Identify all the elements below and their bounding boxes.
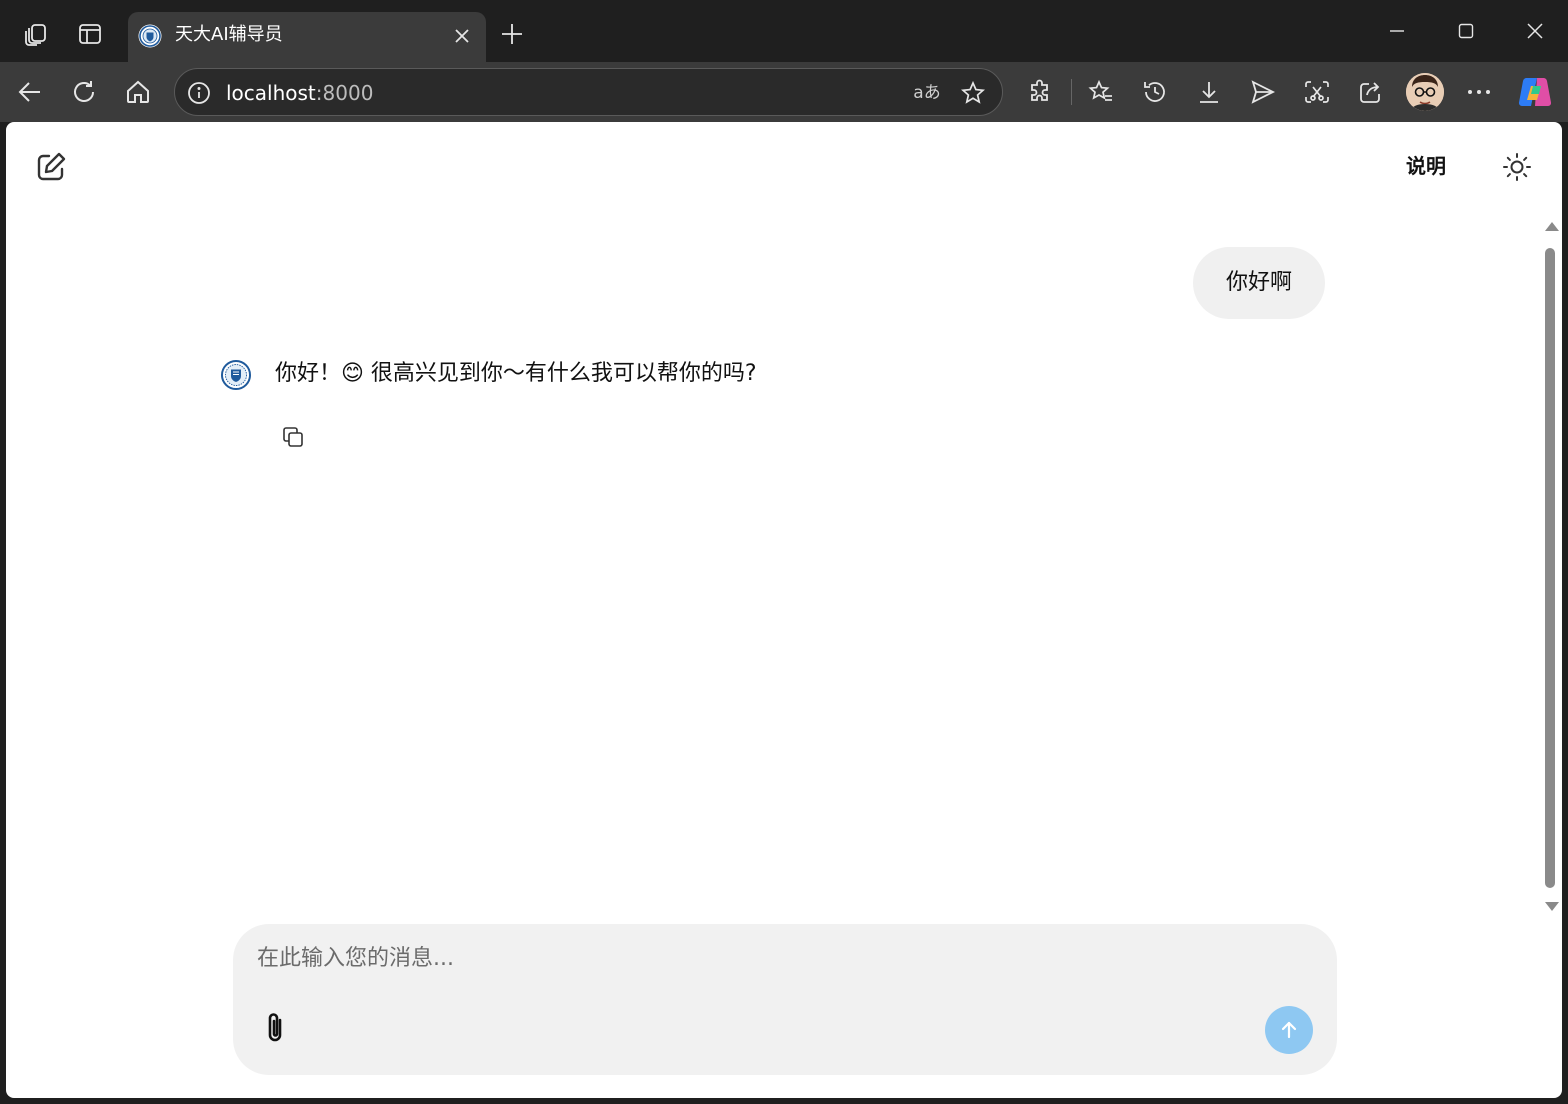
share-send-icon[interactable] (1243, 72, 1283, 112)
url-port: :8000 (315, 81, 374, 105)
page-viewport: 说明 你好啊 你好！😊 很高兴见到你～有什么我可以帮你的吗? (6, 122, 1562, 1098)
home-button[interactable] (118, 72, 158, 112)
vertical-tabs-icon[interactable] (70, 14, 110, 54)
scroll-down-arrow[interactable] (1545, 902, 1559, 911)
new-tab-button[interactable] (494, 16, 530, 52)
arrow-up-icon (1281, 1021, 1297, 1039)
site-info-icon[interactable] (185, 79, 213, 107)
scroll-up-arrow[interactable] (1545, 222, 1559, 231)
scroll-thumb[interactable] (1545, 248, 1555, 888)
favorite-star-icon[interactable] (957, 77, 989, 109)
downloads-icon[interactable] (1189, 72, 1229, 112)
help-link[interactable]: 说明 (1406, 152, 1446, 180)
attachment-paperclip-icon[interactable] (259, 1010, 291, 1046)
read-aloud-icon[interactable]: aあ (909, 79, 945, 107)
minimize-window-button[interactable] (1372, 8, 1422, 54)
assistant-message-text: 你好！😊 很高兴见到你～有什么我可以帮你的吗? (275, 361, 757, 386)
refresh-button[interactable] (64, 72, 104, 112)
message-input[interactable] (257, 938, 1257, 978)
screenshot-icon[interactable] (1297, 72, 1337, 112)
favorites-icon[interactable] (1081, 72, 1121, 112)
copy-icon[interactable] (278, 422, 308, 452)
tju-logo-icon (138, 24, 162, 48)
extensions-icon[interactable] (1020, 72, 1060, 112)
tab-title: 天大AI辅导员 (175, 24, 283, 45)
assistant-avatar (220, 359, 252, 391)
more-options-icon[interactable] (1459, 72, 1499, 112)
theme-toggle-sun-icon[interactable] (1498, 148, 1536, 186)
back-button[interactable] (10, 72, 50, 112)
browser-toolbar: localhost:8000 aあ (0, 62, 1568, 122)
workspaces-icon[interactable] (16, 14, 56, 54)
history-icon[interactable] (1135, 72, 1175, 112)
new-chat-edit-icon[interactable] (32, 148, 70, 186)
send-button[interactable] (1265, 1006, 1313, 1054)
browser-titlebar: 天大AI辅导员 (0, 0, 1568, 62)
close-tab-icon[interactable] (448, 24, 476, 48)
url-host: localhost (226, 81, 316, 105)
url-text[interactable]: localhost:8000 (226, 80, 373, 106)
toolbar-divider (1071, 79, 1072, 105)
active-tab[interactable]: 天大AI辅导员 (128, 12, 486, 62)
message-composer (233, 924, 1337, 1075)
share-icon[interactable] (1351, 72, 1391, 112)
chat-scrollbar[interactable] (1542, 222, 1559, 914)
address-bar[interactable]: localhost:8000 aあ (174, 68, 1003, 116)
profile-avatar[interactable] (1406, 73, 1444, 111)
copilot-icon[interactable] (1516, 74, 1554, 110)
user-message-bubble: 你好啊 (1193, 247, 1325, 319)
maximize-window-button[interactable] (1441, 8, 1491, 54)
close-window-button[interactable] (1510, 8, 1560, 54)
